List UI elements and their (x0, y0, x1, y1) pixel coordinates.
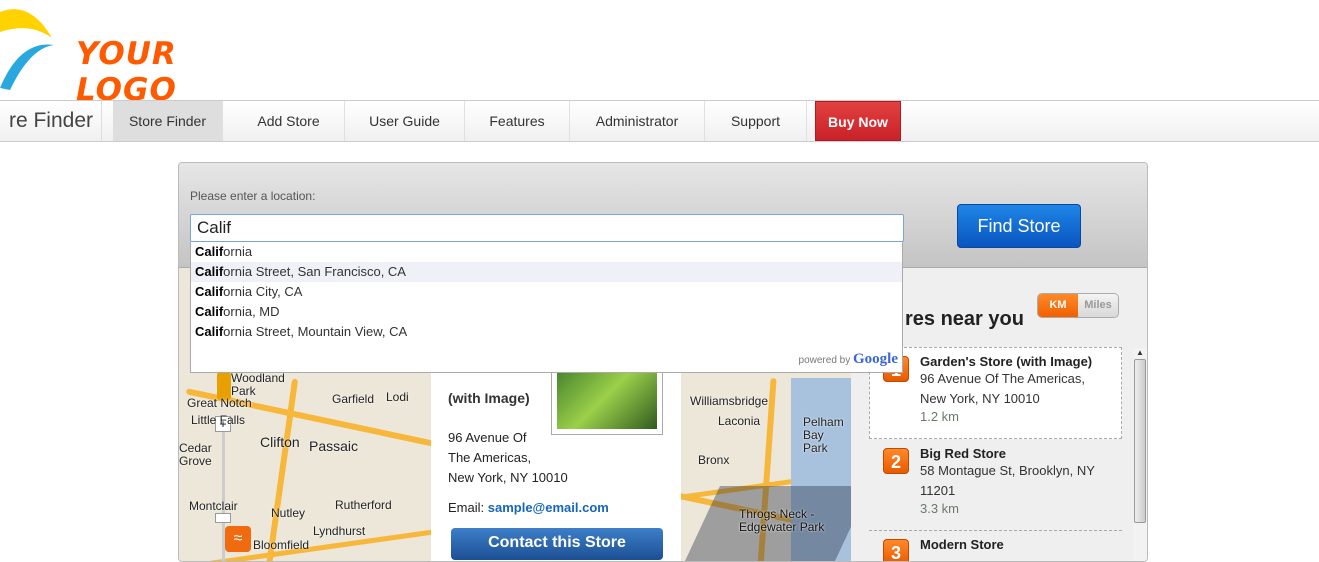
store-marker-icon[interactable]: ≈ (225, 526, 251, 552)
scrollbar[interactable]: ▲ (1133, 348, 1147, 561)
info-address-line: New York, NY 10010 (448, 470, 568, 485)
divider (869, 530, 1122, 531)
logo-swoosh-icon (0, 9, 54, 90)
location-label: Please enter a location: (190, 189, 316, 203)
email-link[interactable]: sample@email.com (488, 500, 609, 515)
nav-user-guide[interactable]: User Guide (345, 101, 465, 141)
store-distance: 3.3 km (920, 501, 960, 516)
map-label: Throgs Neck - Edgewater Park (739, 507, 825, 534)
list-title: res near you (905, 308, 1024, 330)
find-store-button[interactable]: Find Store (957, 204, 1081, 248)
location-input[interactable]: Calif (190, 214, 904, 242)
zoom-slider-handle[interactable] (215, 513, 231, 523)
store-address: 58 Montague St, Brooklyn, NY 11201 (920, 463, 1095, 498)
nav-features[interactable]: Features (465, 101, 570, 141)
store-name: Modern Store (920, 537, 1004, 552)
map-label: Little Falls (191, 413, 246, 427)
autocomplete-item[interactable]: California Street, Mountain View, CA (191, 322, 902, 342)
store-list-item[interactable]: 1 Garden's Store (with Image) 96 Avenue … (869, 354, 1109, 424)
map-label: Montclair (189, 499, 238, 513)
nav-buy-now[interactable]: Buy Now (815, 101, 901, 141)
info-address-line: 96 Avenue Of (448, 430, 527, 445)
autocomplete-item[interactable]: California Street, San Francisco, CA (191, 262, 902, 282)
top-nav: re Finder Store Finder Add Store User Gu… (0, 100, 1319, 142)
email-label: Email: (448, 500, 485, 515)
location-input-value: Calif (197, 218, 232, 237)
autocomplete-dropdown: California California Street, San Franci… (190, 242, 903, 373)
logo-text: YOUR LOGO (76, 36, 177, 108)
map-label: Lyndhurst (313, 524, 366, 538)
store-distance: 1.2 km (920, 409, 960, 424)
store-number-badge: 3 (883, 539, 909, 561)
map-label: Passaic (309, 438, 359, 454)
google-logo: Google (853, 351, 898, 367)
store-number-badge: 2 (883, 448, 909, 474)
map-label: Rutherford (335, 498, 392, 512)
map-label: Williamsbridge (690, 394, 769, 408)
store-name: Garden's Store (with Image) (920, 354, 1093, 369)
nav-store-finder[interactable]: Store Finder (113, 101, 223, 141)
unit-km-toggle[interactable]: KM (1038, 294, 1078, 317)
nav-add-store[interactable]: Add Store (233, 101, 345, 141)
map-label: Nutley (271, 506, 306, 520)
map-label: Lodi (386, 390, 409, 404)
nav-support[interactable]: Support (705, 101, 807, 141)
map-label: Bloomfield (253, 538, 310, 552)
store-list-item[interactable]: 3 Modern Store (869, 537, 1109, 561)
map-label: Woodland Park (231, 371, 285, 398)
map-label: Cedar Grove (179, 441, 212, 468)
store-name: Big Red Store (920, 446, 1006, 461)
powered-by-google: powered by Google (798, 351, 898, 367)
autocomplete-item[interactable]: California (191, 242, 902, 262)
autocomplete-item[interactable]: California, MD (191, 302, 902, 322)
map-label: Garfield (332, 392, 375, 406)
nav-administrator[interactable]: Administrator (570, 101, 705, 141)
store-list-item[interactable]: 2 Big Red Store 58 Montague St, Brooklyn… (869, 446, 1109, 516)
map-label: Bronx (698, 453, 730, 467)
scroll-up-icon[interactable]: ▲ (1133, 348, 1147, 357)
map-label: Clifton (260, 434, 300, 450)
info-address-line: The Americas, (448, 450, 532, 465)
contact-store-button[interactable]: Contact this Store (451, 528, 663, 560)
logo[interactable]: YOUR LOGO (0, 0, 280, 108)
scrollbar-thumb[interactable] (1134, 359, 1146, 523)
info-store-title: (with Image) (448, 390, 530, 406)
map-label: Great Notch (187, 396, 252, 410)
map-label: Pelham Bay Park (803, 415, 844, 455)
brand-title: re Finder (0, 101, 102, 141)
map-label: Laconia (718, 414, 761, 428)
autocomplete-item[interactable]: California City, CA (191, 282, 902, 302)
unit-miles-toggle[interactable]: Miles (1078, 294, 1118, 317)
store-address: 96 Avenue Of The Americas, New York, NY … (920, 371, 1086, 406)
